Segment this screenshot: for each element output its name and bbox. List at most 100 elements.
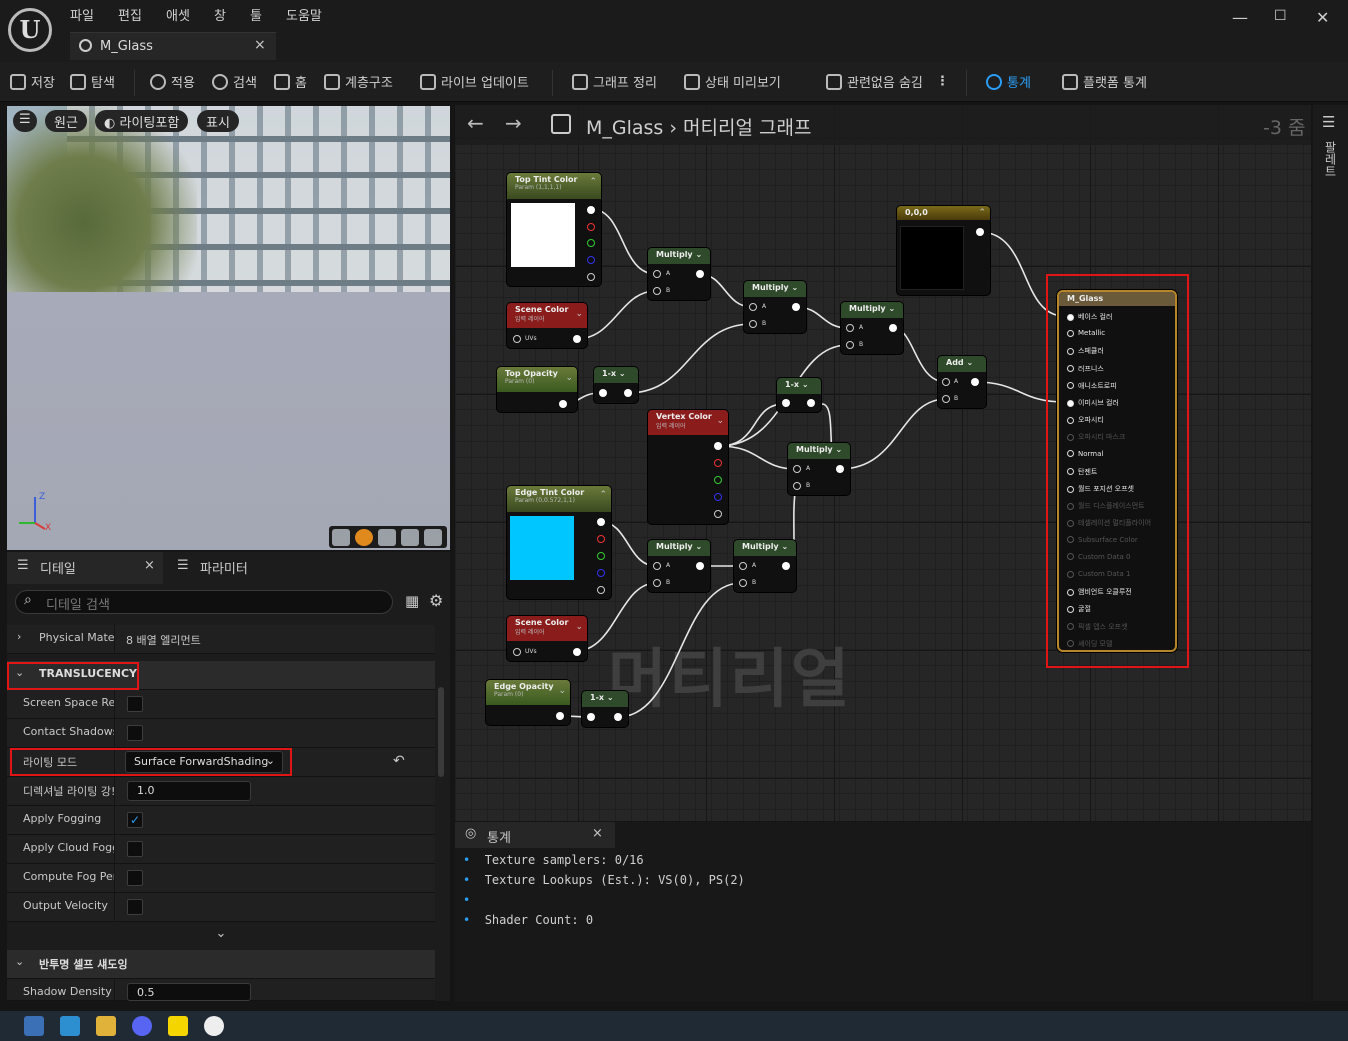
- viewport-menu-icon[interactable]: ☰: [13, 110, 37, 132]
- browse-button[interactable]: 탐색: [70, 72, 115, 91]
- apply-cloud-fogging-checkbox[interactable]: [127, 841, 143, 857]
- node-multiply-6[interactable]: Multiply ⌄ AB: [734, 540, 796, 592]
- directional-lighting-input[interactable]: 1.0: [127, 781, 251, 801]
- menu-tools[interactable]: 툴: [250, 5, 262, 24]
- cylinder-icon[interactable]: [332, 529, 350, 546]
- platform-stats-button[interactable]: 플랫폼 통계: [1062, 72, 1147, 91]
- menu-edit[interactable]: 편집: [118, 5, 142, 24]
- node-vertex-color[interactable]: Vertex Color 입력 레이어 ⌄: [648, 410, 728, 524]
- tab-parameters[interactable]: ☰ 파라미터: [167, 552, 287, 584]
- os-taskbar: [0, 1011, 1348, 1041]
- show-advanced-chevron-icon[interactable]: ⌄: [7, 922, 435, 948]
- maximize-button[interactable]: ☐: [1274, 8, 1287, 24]
- node-constant-000[interactable]: 0,0,0 ⌃: [897, 206, 990, 295]
- stats-tab-label: 통계: [487, 831, 511, 846]
- lit-mode-button[interactable]: ◐ 라이팅포함: [95, 110, 189, 132]
- palette-menu-icon[interactable]: ☰: [1322, 113, 1335, 131]
- settings-gear-icon[interactable]: ⚙: [429, 591, 443, 610]
- search-button[interactable]: 검색: [212, 72, 257, 91]
- node-multiply-1[interactable]: Multiply ⌄ AB: [648, 248, 710, 300]
- live-update-button[interactable]: 라이브 업데이트: [420, 72, 529, 91]
- collapse-chevron-icon[interactable]: ⌃: [589, 177, 597, 187]
- chat-app-icon[interactable]: [168, 1016, 188, 1036]
- node-top-opacity[interactable]: Top Opacity Param (0) ⌄: [497, 367, 577, 412]
- close-details-icon[interactable]: ×: [144, 558, 155, 573]
- unreal-logo-icon[interactable]: U: [8, 8, 52, 52]
- physical-material-row[interactable]: › Physical Mater 8 배열 엘리먼트: [7, 625, 435, 654]
- home-button[interactable]: 홈: [274, 72, 307, 91]
- m-app-icon[interactable]: [60, 1016, 80, 1036]
- node-scene-color-1[interactable]: Scene Color 입력 레이어 ⌄ UVs: [507, 303, 587, 348]
- collapse-chevron-icon[interactable]: ⌃: [978, 208, 986, 218]
- cube-icon[interactable]: [401, 529, 419, 546]
- node-top-tint-color[interactable]: Top Tint Color Param (1,1,1,1) ⌃: [507, 173, 601, 286]
- preview-state-button[interactable]: 상태 미리보기: [684, 72, 781, 91]
- clean-graph-button[interactable]: 그래프 정리: [572, 72, 657, 91]
- chevron-right-icon[interactable]: ›: [17, 630, 21, 643]
- tab-details[interactable]: ☰ 디테일 ×: [7, 552, 163, 584]
- custom-mesh-icon[interactable]: [424, 529, 442, 546]
- node-scene-color-2[interactable]: Scene Color 입력 레이어 ⌄ UVs: [507, 616, 587, 661]
- collapse-chevron-icon[interactable]: ⌄: [716, 416, 724, 426]
- hide-unrelated-icon: [826, 73, 842, 90]
- menu-file[interactable]: 파일: [70, 5, 94, 24]
- hierarchy-button[interactable]: 계층구조: [324, 72, 393, 91]
- screen-space-reflections-checkbox[interactable]: [127, 696, 143, 712]
- preview-viewport[interactable]: ☰ 원근 ◐ 라이팅포함 표시 Z X: [7, 106, 450, 550]
- node-multiply-3[interactable]: Multiply ⌄ AB: [841, 302, 903, 354]
- save-button[interactable]: 저장: [10, 72, 55, 91]
- node-one-minus-2[interactable]: 1-x ⌄: [777, 378, 821, 412]
- collapse-chevron-icon[interactable]: ⌄: [575, 309, 583, 319]
- collapse-chevron-icon[interactable]: ⌄: [575, 622, 583, 632]
- node-multiply-5[interactable]: Multiply ⌄ AB: [648, 540, 710, 592]
- toolbar: 저장 탐색 적용 검색 홈 계층구조 라이브 업데이트 그래프 정리 상태 미리…: [0, 62, 1348, 102]
- close-tab-icon[interactable]: ×: [254, 37, 266, 53]
- collapse-chevron-icon[interactable]: ⌄: [558, 686, 566, 696]
- plane-icon[interactable]: [378, 529, 396, 546]
- code-editor-icon[interactable]: [24, 1016, 44, 1036]
- menu-asset[interactable]: 애셋: [166, 5, 190, 24]
- palette-tab[interactable]: 팔레트: [1322, 141, 1339, 177]
- unreal-taskbar-icon[interactable]: [204, 1016, 224, 1036]
- forward-arrow-icon[interactable]: →: [505, 111, 522, 135]
- details-scrollbar[interactable]: [438, 687, 444, 777]
- node-multiply-4[interactable]: Multiply ⌄ AB: [788, 443, 850, 495]
- self-shadow-header[interactable]: ⌄ 반투명 셀프 섀도잉: [7, 950, 435, 979]
- show-button[interactable]: 표시: [197, 110, 239, 132]
- contact-shadows-checkbox[interactable]: [127, 725, 143, 741]
- collapse-chevron-icon[interactable]: ⌃: [599, 490, 607, 500]
- discord-icon[interactable]: [132, 1016, 152, 1036]
- collapse-chevron-icon[interactable]: ⌄: [565, 373, 573, 383]
- close-stats-icon[interactable]: ×: [592, 826, 603, 841]
- hide-unrelated-button[interactable]: 관련없음 숨김 ⋮: [826, 72, 949, 91]
- perspective-button[interactable]: 원근: [45, 110, 87, 132]
- apply-button[interactable]: 적용: [150, 72, 195, 91]
- close-window-button[interactable]: ✕: [1316, 8, 1329, 27]
- tab-m-glass[interactable]: M_Glass ×: [70, 32, 276, 60]
- shadow-density-input[interactable]: 0.5: [127, 983, 251, 1001]
- apply-fogging-checkbox[interactable]: ✓: [127, 812, 143, 828]
- stats-icon: [986, 73, 1002, 90]
- table-view-icon[interactable]: ▦: [405, 592, 419, 610]
- graph-watermark: 머티리얼: [608, 643, 852, 717]
- node-one-minus-1[interactable]: 1-x ⌄: [594, 367, 638, 403]
- tab-stats[interactable]: ◎ 통계 ×: [455, 822, 615, 848]
- compute-fog-checkbox[interactable]: [127, 870, 143, 886]
- breadcrumb-material[interactable]: M_Glass: [586, 117, 663, 139]
- node-one-minus-3[interactable]: 1-x ⌄: [582, 691, 628, 727]
- stats-button[interactable]: 통계: [986, 72, 1031, 91]
- file-explorer-icon[interactable]: [96, 1016, 116, 1036]
- node-edge-tint-color[interactable]: Edge Tint Color Param (0,0.572,1,1) ⌃: [507, 486, 611, 599]
- menu-help[interactable]: 도움말: [286, 5, 322, 24]
- back-arrow-icon[interactable]: ←: [467, 111, 484, 135]
- reset-to-default-icon[interactable]: ↶: [393, 753, 405, 769]
- details-search-input[interactable]: ⌕ 디테일 검색: [15, 590, 393, 614]
- sphere-icon[interactable]: [355, 529, 373, 546]
- node-add[interactable]: Add ⌄ AB: [938, 356, 986, 408]
- node-multiply-2[interactable]: Multiply ⌄ AB: [744, 281, 806, 333]
- output-velocity-checkbox[interactable]: [127, 899, 143, 915]
- node-edge-opacity[interactable]: Edge Opacity Param (0) ⌄: [486, 680, 570, 725]
- more-options-icon[interactable]: ⋮: [936, 74, 949, 89]
- menu-window[interactable]: 창: [214, 5, 226, 24]
- minimize-button[interactable]: —: [1232, 8, 1248, 27]
